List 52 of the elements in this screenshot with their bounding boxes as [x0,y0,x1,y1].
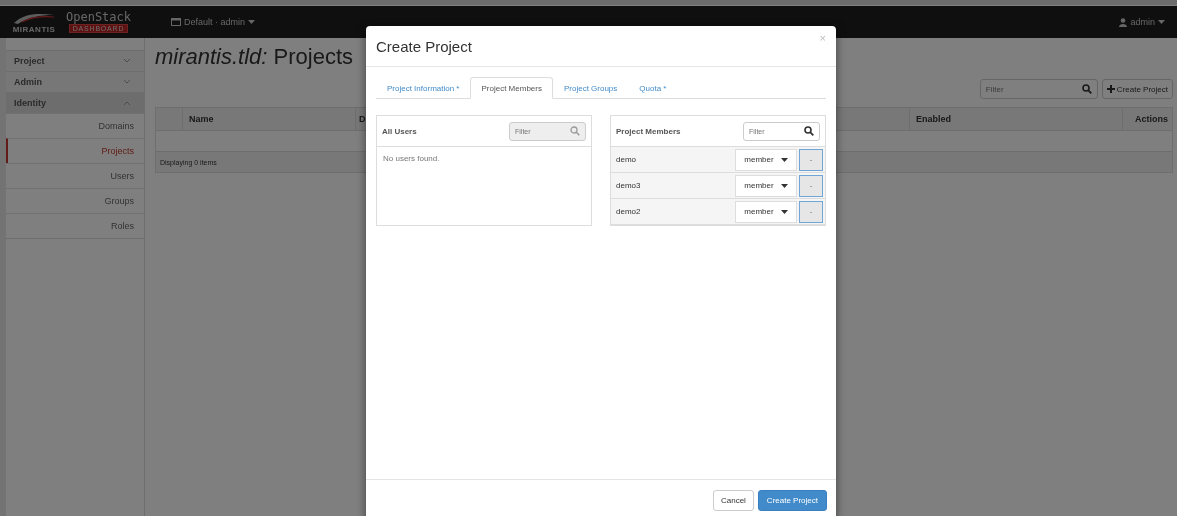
product-name: OpenStack [66,11,132,24]
remove-button[interactable]: - [799,200,823,223]
member-name: demo3 [616,181,642,190]
sidebar-dashboard[interactable]: Project [6,50,144,71]
sidebar-item[interactable]: Users [6,163,144,188]
search-icon [1081,84,1092,94]
role-dropdown[interactable]: member [735,200,797,223]
plus-icon [1106,85,1115,93]
filter-field[interactable]: Filter [979,79,1098,99]
role-dropdown[interactable]: member [735,148,797,171]
window-icon [171,18,181,26]
empty-message: No users found. [382,152,441,165]
sidebar-dashboard[interactable]: Admin [6,71,144,92]
maker-name: MIRANTIS [12,24,56,34]
page-title: mirantis.tld: Projects [155,44,354,70]
caret-icon [780,183,788,188]
create-project-button[interactable]: Create Project [1101,79,1173,99]
column-header: Name [189,114,214,124]
dialog-title: Create Project [376,37,472,55]
tab[interactable]: Quota * [628,77,678,99]
sidebar-item[interactable]: Roles [6,213,144,239]
remove-button[interactable]: - [799,148,823,171]
chevron-icon [124,59,130,63]
search-icon [804,126,814,136]
caret-icon [248,20,256,24]
panel-title: All Users [382,126,417,136]
member-name: demo [616,155,637,164]
create-project-submit-button[interactable]: Create Project [757,489,827,511]
search-icon [570,126,580,136]
member-name: demo2 [616,207,642,216]
panel-title: Project Members [616,126,681,136]
chevron-icon [124,80,130,84]
context-menu[interactable]: Default · admin [165,16,262,28]
caret-icon [780,157,788,162]
column-header: Enabled [916,114,951,124]
caret-icon [1158,20,1165,24]
sidebar-item[interactable]: Groups [6,188,144,213]
tab[interactable]: Project Members [470,77,553,99]
user-menu[interactable]: admin [1113,16,1171,28]
cancel-button[interactable]: Cancel [712,489,754,511]
user-icon [1119,17,1128,27]
tab[interactable]: Project Groups [552,77,629,99]
caret-icon [780,209,788,214]
column-header: Actions [1135,114,1168,124]
chevron-icon [124,101,130,105]
column-header: D [359,114,366,124]
role-dropdown[interactable]: member [735,174,797,197]
close-button[interactable]: × [819,32,826,44]
sidebar-item[interactable]: Projects [6,138,144,163]
sidebar-dashboard[interactable]: Identity [6,92,144,113]
remove-button[interactable]: - [799,174,823,197]
tab[interactable]: Project Information * [376,77,471,99]
